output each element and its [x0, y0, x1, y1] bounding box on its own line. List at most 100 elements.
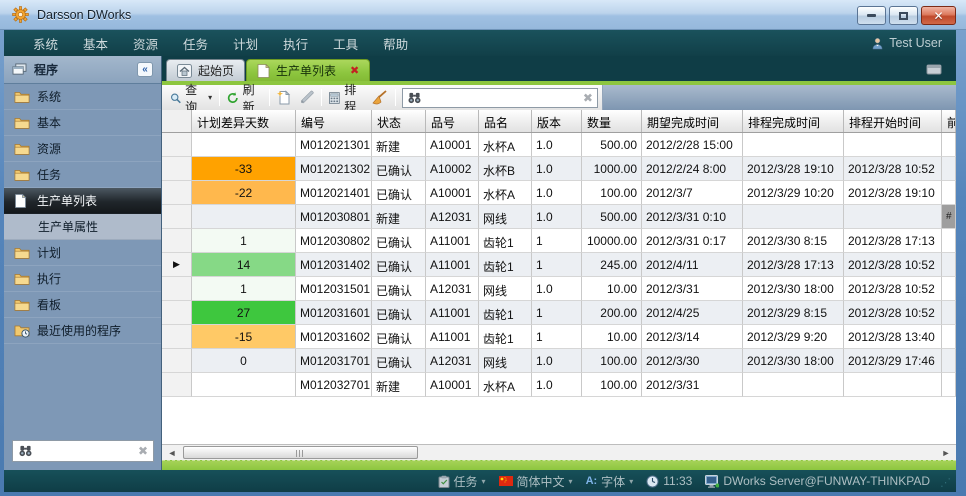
sidebar-collapse-button[interactable]: «: [137, 62, 153, 77]
toolbar-search-box: ✖: [402, 88, 598, 108]
horizontal-scrollbar[interactable]: ◄ ►: [162, 444, 956, 460]
sidebar-item-5[interactable]: 生产单列表: [4, 188, 161, 214]
toolbar-search-clear-icon[interactable]: ✖: [583, 91, 593, 105]
menu-item-6[interactable]: 执行: [274, 38, 317, 52]
new-button[interactable]: [273, 87, 295, 108]
table-row[interactable]: -22M012021401已确认A10001水杯A1.0100.002012/3…: [162, 181, 956, 205]
row-pointer-icon: ▶: [162, 253, 192, 277]
sidebar-item-7[interactable]: 计划: [4, 240, 161, 266]
menu-item-3[interactable]: 资源: [124, 38, 167, 52]
table-row[interactable]: M012032701新建A10001水杯A1.0100.002012/3/31: [162, 373, 956, 397]
sidebar: 程序 « 系统基本资源任务生产单列表生产单属性计划执行看板最近使用的程序 ✖: [4, 56, 162, 470]
sidebar-item-label: 计划: [37, 244, 61, 261]
sidebar-search-clear-icon[interactable]: ✖: [138, 444, 148, 458]
tab-production-order-list[interactable]: 生产单列表 ✖: [246, 59, 370, 81]
column-header-10[interactable]: 排程开始时间: [844, 110, 942, 132]
scrollbar-thumb[interactable]: [183, 446, 418, 459]
user-area[interactable]: Test User: [871, 36, 942, 50]
column-header-6[interactable]: 版本: [532, 110, 582, 132]
column-header-8[interactable]: 期望完成时间: [642, 110, 743, 132]
sidebar-item-4[interactable]: 任务: [4, 162, 161, 188]
menu-item-1[interactable]: 系统: [24, 38, 67, 52]
column-header-7[interactable]: 数量: [582, 110, 642, 132]
minimize-button[interactable]: [857, 6, 886, 25]
language-dropdown-icon: ▾: [569, 477, 573, 486]
column-header-5[interactable]: 品名: [479, 110, 532, 132]
table-row[interactable]: -33M012021302已确认A10002水杯B1.01000.002012/…: [162, 157, 956, 181]
row-indicator-cell: [162, 277, 192, 301]
schedule-button[interactable]: 排程: [325, 87, 368, 108]
sidebar-item-6[interactable]: 生产单属性: [4, 214, 161, 240]
scroll-left-icon[interactable]: ◄: [164, 446, 180, 460]
clean-button[interactable]: [368, 87, 392, 108]
tab-start-page[interactable]: 起始页: [166, 59, 245, 81]
menu-item-8[interactable]: 帮助: [374, 38, 417, 52]
column-header-9[interactable]: 排程完成时间: [743, 110, 844, 132]
table-row[interactable]: 1M012031501已确认A12031网线1.010.002012/3/312…: [162, 277, 956, 301]
column-header-3[interactable]: 状态: [372, 110, 426, 132]
column-header-indicator[interactable]: [162, 110, 192, 132]
sidebar-item-10[interactable]: 最近使用的程序: [4, 318, 161, 344]
table-cell: M012021302: [296, 157, 372, 181]
table-cell: 245.00: [582, 253, 642, 277]
tab-window-icon[interactable]: [926, 63, 942, 75]
statusbar-tasks[interactable]: 任务 ▾: [438, 473, 486, 490]
table-row[interactable]: 0M012031701已确认A12031网线1.0100.002012/3/30…: [162, 349, 956, 373]
tab-strip: 起始页 生产单列表 ✖: [162, 56, 956, 81]
table-row[interactable]: ▶14M012031402已确认A11001齿轮11245.002012/4/1…: [162, 253, 956, 277]
table-cell: [192, 373, 296, 397]
sidebar-item-2[interactable]: 基本: [4, 110, 161, 136]
edit-pencil-icon: [299, 90, 314, 105]
column-header-4[interactable]: 品号: [426, 110, 479, 132]
sidebar-item-8[interactable]: 执行: [4, 266, 161, 292]
font-dropdown-icon: ▾: [629, 477, 633, 486]
scroll-right-icon[interactable]: ►: [938, 446, 954, 460]
menu-item-5[interactable]: 计划: [224, 38, 267, 52]
table-cell: [942, 373, 956, 397]
table-cell: 2012/3/28 10:52: [844, 301, 942, 325]
table-cell: 网线: [479, 349, 532, 373]
table-cell: A10001: [426, 181, 479, 205]
column-header-2[interactable]: 编号: [296, 110, 372, 132]
table-cell: M012031602: [296, 325, 372, 349]
sidebar-item-label: 执行: [37, 270, 61, 287]
refresh-button[interactable]: 刷新: [223, 87, 266, 108]
table-cell: 1.0: [532, 133, 582, 157]
maximize-button[interactable]: [889, 6, 918, 25]
table-cell: 水杯A: [479, 181, 532, 205]
row-indicator-cell: [162, 373, 192, 397]
table-cell: M012031701: [296, 349, 372, 373]
menu-item-2[interactable]: 基本: [74, 38, 117, 52]
menu-item-7[interactable]: 工具: [324, 38, 367, 52]
table-cell: A12031: [426, 205, 479, 229]
sidebar-item-3[interactable]: 资源: [4, 136, 161, 162]
toolbar-search-input[interactable]: [426, 91, 579, 105]
menu-item-4[interactable]: 任务: [174, 38, 217, 52]
row-indicator-cell: [162, 205, 192, 229]
folder-icon: [14, 116, 30, 130]
table-row[interactable]: -15M012031602已确认A11001齿轮1110.002012/3/14…: [162, 325, 956, 349]
sidebar-item-1[interactable]: 系统: [4, 84, 161, 110]
statusbar-language[interactable]: 简体中文 ▾: [499, 473, 573, 490]
sidebar-search-input[interactable]: [33, 444, 138, 458]
table-cell: 2012/3/28 17:13: [844, 229, 942, 253]
table-cell: 新建: [372, 205, 426, 229]
table-row[interactable]: M012030801新建A12031网线1.0500.002012/3/31 0…: [162, 205, 956, 229]
table-cell: A11001: [426, 325, 479, 349]
sidebar-item-9[interactable]: 看板: [4, 292, 161, 318]
table-cell: 2012/3/29 10:20: [743, 181, 844, 205]
table-row[interactable]: M012021301新建A10001水杯A1.0500.002012/2/28 …: [162, 133, 956, 157]
query-button[interactable]: 查询 ▾: [166, 87, 216, 108]
table-cell: 水杯A: [479, 373, 532, 397]
statusbar-font[interactable]: A: 字体 ▾: [586, 473, 634, 490]
column-header-11[interactable]: 前: [942, 110, 956, 132]
edit-button[interactable]: [295, 87, 318, 108]
close-button[interactable]: ✕: [921, 6, 956, 25]
table-cell: 10000.00: [582, 229, 642, 253]
resize-grip[interactable]: ⋰: [940, 476, 951, 489]
table-row[interactable]: 1M012030802已确认A11001齿轮1110000.002012/3/3…: [162, 229, 956, 253]
table-row[interactable]: 27M012031601已确认A11001齿轮11200.002012/4/25…: [162, 301, 956, 325]
tab-close-icon[interactable]: ✖: [350, 64, 359, 77]
column-header-1[interactable]: 计划差异天数: [192, 110, 296, 132]
table-cell: 1: [192, 229, 296, 253]
